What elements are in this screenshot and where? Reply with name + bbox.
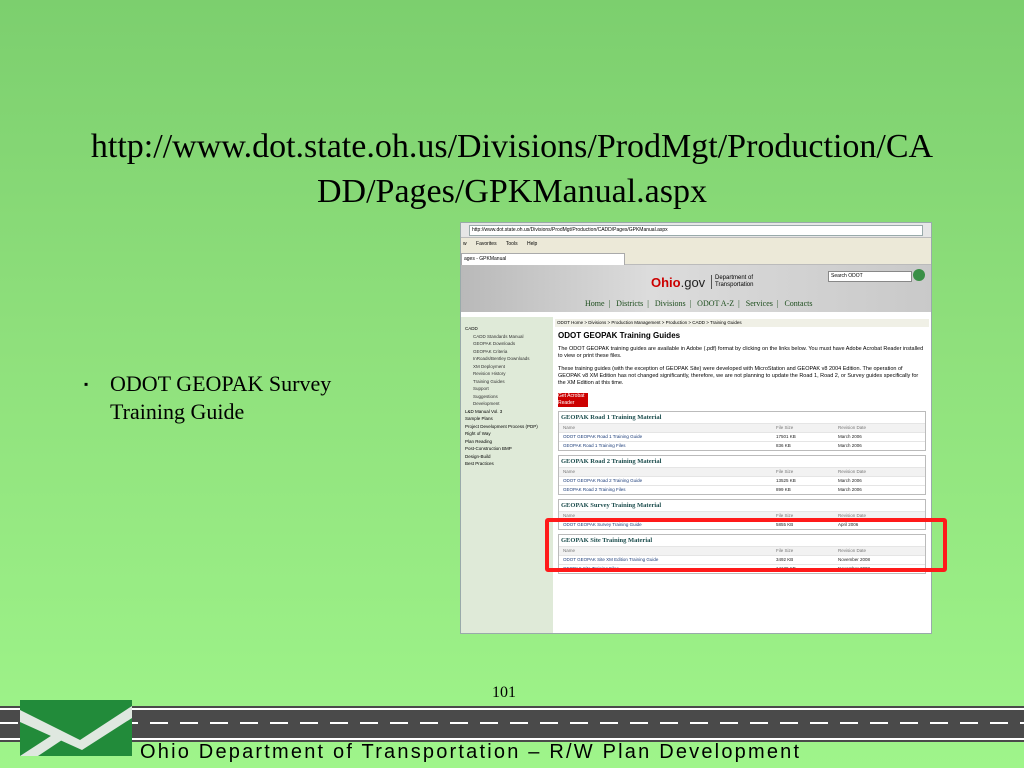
sidebar-item[interactable]: GEOPAK Downloads	[461, 340, 553, 348]
sidebar-item[interactable]: Right of Way	[461, 430, 553, 438]
embedded-screenshot: http://www.dot.state.oh.us/Divisions/Pro…	[460, 222, 932, 634]
page-heading: ODOT GEOPAK Training Guides	[558, 331, 681, 340]
table-cell: 13525 KB	[776, 478, 796, 483]
intro-paragraph: The ODOT GEOPAK training guides are avai…	[558, 346, 924, 359]
slide-title-line2: DD/Pages/GPKManual.aspx	[316, 173, 708, 210]
site-nav: Home | Districts | Divisions | ODOT A-Z | Se…	[585, 299, 813, 308]
table-cell: 836 KB	[776, 443, 791, 448]
table-cell: March 2006	[838, 443, 862, 448]
sidebar-item[interactable]: Sample Plans	[461, 415, 553, 423]
sidebar-item[interactable]: Plan Reading	[461, 438, 553, 446]
table-row: ODOT GEOPAK Road 2 Training Guide 13525 K…	[559, 476, 925, 485]
sidebar-item[interactable]: Best Practices	[461, 460, 553, 468]
table-row: ODOT GEOPAK Road 1 Training Guide 17501 K…	[559, 432, 925, 441]
sidebar-item[interactable]: CADD	[461, 325, 553, 333]
left-sidebar: CADD CADD Standards Manual GEOPAK Download…	[461, 317, 553, 633]
column-header: Revision Date	[838, 425, 867, 430]
site-search-input[interactable]: Search ODOT	[828, 271, 912, 282]
file-link[interactable]: GEOPAK Road 2 Training Files	[559, 486, 776, 494]
table-header-row: Name File Size Revision Date	[559, 423, 925, 432]
table-row: GEOPAK Road 1 Training Files 836 KB March …	[559, 441, 925, 450]
address-bar[interactable]: http://www.dot.state.oh.us/Divisions/Pro…	[461, 223, 931, 238]
highlight-box	[545, 518, 947, 572]
browser-tabs: ages - GPKManual	[461, 250, 931, 265]
column-header: Name	[563, 469, 576, 474]
nav-services[interactable]: Services	[746, 299, 773, 308]
address-input[interactable]: http://www.dot.state.oh.us/Divisions/Pro…	[469, 225, 923, 236]
sidebar-item[interactable]: XM Deployment	[461, 363, 553, 371]
sidebar-item[interactable]: Training Guides	[461, 378, 553, 386]
nav-home[interactable]: Home	[585, 299, 605, 308]
file-link[interactable]: GEOPAK Road 1 Training Files	[559, 442, 776, 450]
training-section: GEOPAK Road 2 Training Material Name File …	[558, 455, 926, 495]
section-title: GEOPAK Road 2 Training Material	[559, 456, 925, 467]
sidebar-item[interactable]: Suggestions	[461, 393, 553, 401]
sidebar-item[interactable]: GEOPAK Criteria	[461, 348, 553, 356]
section-title: GEOPAK Survey Training Material	[559, 500, 925, 511]
bullet-line1: ODOT GEOPAK Survey	[110, 371, 332, 396]
table-cell: 17501 KB	[776, 434, 796, 439]
acrobat-reader-badge[interactable]: Get Acrobat Reader	[558, 393, 588, 407]
sidebar-item[interactable]: Support	[461, 385, 553, 393]
sidebar-item[interactable]: Project Development Process (PDP)	[461, 423, 553, 431]
search-go-icon[interactable]	[913, 269, 925, 281]
menu-tools[interactable]: Tools	[506, 241, 518, 247]
menu-view[interactable]: w	[463, 241, 467, 247]
sidebar-item[interactable]: Post-Construction BMP	[461, 445, 553, 453]
table-cell: 899 KB	[776, 487, 791, 492]
slide-title: http://www.dot.state.oh.us/Divisions/Pro…	[40, 124, 984, 214]
column-header: File Size	[776, 425, 794, 430]
nav-contacts[interactable]: Contacts	[784, 299, 812, 308]
dept-logo: Department of Transportation	[711, 275, 753, 289]
table-cell: March 2006	[838, 434, 862, 439]
tab-gpkmanual[interactable]: ages - GPKManual	[461, 253, 625, 265]
menu-help[interactable]: Help	[527, 241, 537, 247]
sidebar-item[interactable]: Development	[461, 400, 553, 408]
page-number: 101	[492, 684, 516, 701]
table-cell: March 2006	[838, 487, 862, 492]
slide-title-line1: http://www.dot.state.oh.us/Divisions/Pro…	[90, 128, 934, 165]
section-title: GEOPAK Road 1 Training Material	[559, 412, 925, 423]
table-row: GEOPAK Road 2 Training Files 899 KB March …	[559, 485, 925, 494]
site-banner: Ohio.gov Department of Transportation Se…	[461, 265, 931, 312]
column-header: Revision Date	[838, 469, 867, 474]
file-link[interactable]: ODOT GEOPAK Road 2 Training Guide	[559, 477, 776, 485]
ohio-gov-logo: Ohio.gov	[651, 275, 706, 290]
nav-divisions[interactable]: Divisions	[655, 299, 686, 308]
road-footer-band	[0, 706, 1024, 742]
bullet-line2: Training Guide	[110, 399, 245, 424]
menu-favorites[interactable]: Favorites	[476, 241, 497, 247]
sidebar-item[interactable]: Revision History	[461, 370, 553, 378]
breadcrumb: ODOT Home > Divisions > Production Manag…	[555, 319, 929, 327]
nav-odot-a-z[interactable]: ODOT A-Z	[697, 299, 734, 308]
bullet-marker-icon: ▪	[84, 377, 89, 391]
training-section: GEOPAK Road 1 Training Material Name File …	[558, 411, 926, 451]
column-header: Name	[563, 425, 576, 430]
sidebar-item[interactable]: Design-Build	[461, 453, 553, 461]
file-link[interactable]: ODOT GEOPAK Road 1 Training Guide	[559, 433, 776, 441]
odot-logo-icon	[20, 700, 132, 756]
sidebar-item[interactable]: L&D Manual Vol. 3	[461, 408, 553, 416]
sidebar-item[interactable]: InRoads/Bentley Downloads	[461, 355, 553, 363]
sidebar-item[interactable]: CADD Standards Manual	[461, 333, 553, 341]
browser-menu: w Favorites Tools Help	[461, 238, 931, 250]
footer-text: Ohio Department of Transportation – R/W …	[140, 741, 802, 763]
table-cell: March 2006	[838, 478, 862, 483]
nav-districts[interactable]: Districts	[616, 299, 643, 308]
note-paragraph: These training guides (with the exceptio…	[558, 366, 919, 386]
table-header-row: Name File Size Revision Date	[559, 467, 925, 476]
column-header: File Size	[776, 469, 794, 474]
